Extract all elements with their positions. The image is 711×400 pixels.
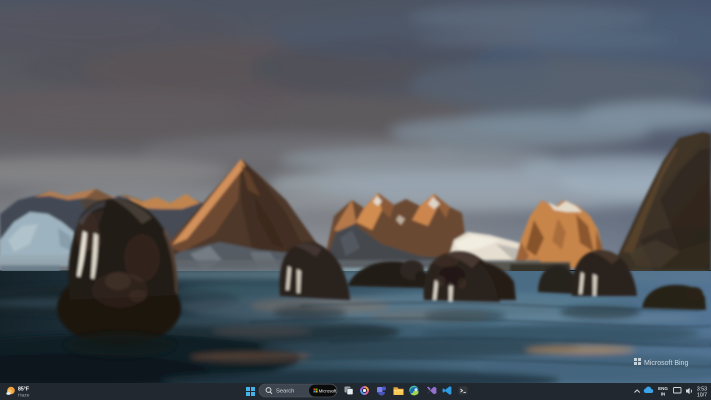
svg-text:85°F: 85°F	[18, 387, 29, 393]
svg-text:3:53: 3:53	[697, 386, 707, 392]
svg-text:IN: IN	[661, 391, 666, 396]
svg-text:Microsoft Bing: Microsoft Bing	[644, 360, 688, 367]
svg-text:Haze: Haze	[18, 392, 30, 398]
svg-text:Microsoft: Microsoft	[319, 388, 338, 393]
svg-text:10/7: 10/7	[697, 393, 707, 399]
svg-text:Search: Search	[276, 388, 294, 394]
